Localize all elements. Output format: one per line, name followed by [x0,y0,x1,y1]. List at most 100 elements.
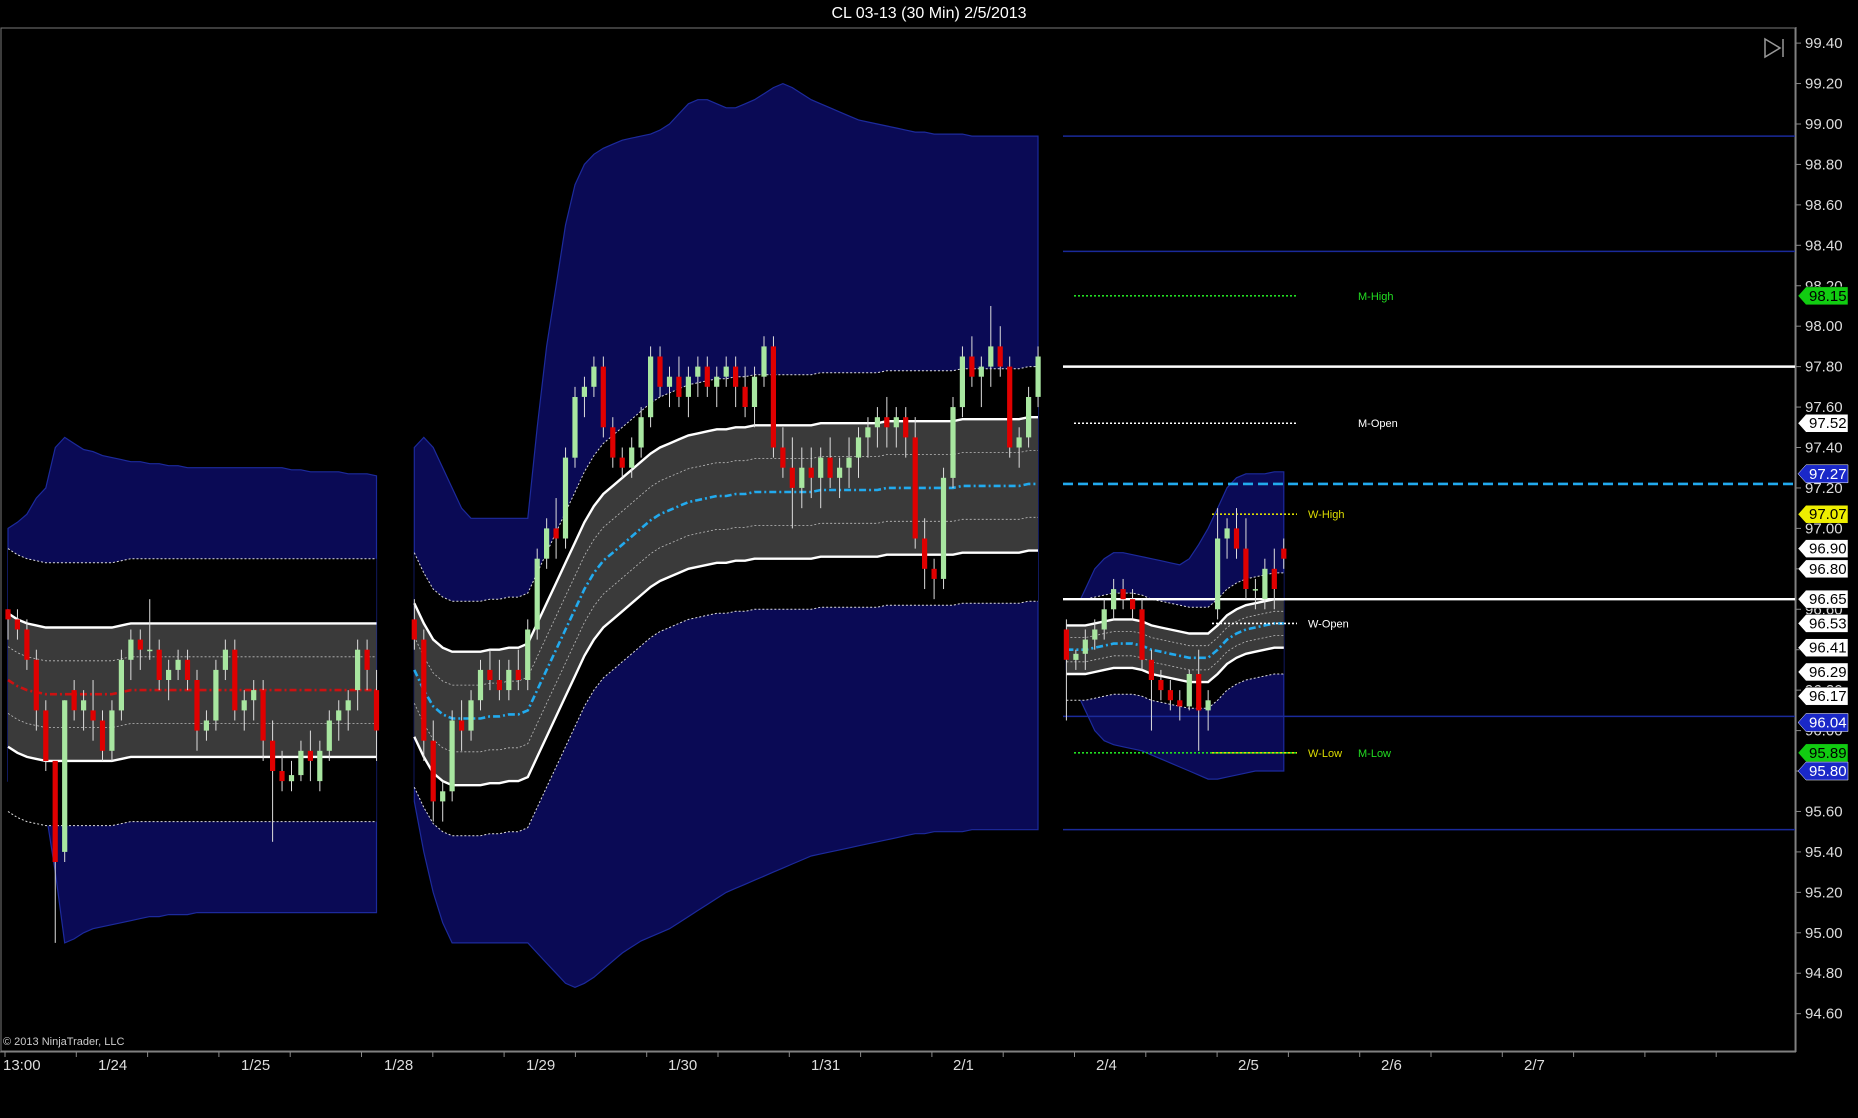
price-tag: 96.80 [1797,559,1849,579]
candle-body [657,356,663,387]
candle-body [99,720,106,751]
candle-body [1016,437,1022,448]
candle-body [742,386,748,407]
price-tag-text: 96.29 [1809,664,1847,681]
price-tag: 96.41 [1797,638,1849,657]
candle-body [544,528,550,559]
candle-body [780,447,786,468]
candle-body [515,669,521,680]
level-m-low-label: M-Low [1358,748,1391,760]
price-tag: 96.90 [1797,539,1849,558]
candle-body [1186,674,1192,707]
candle-body [421,639,427,741]
level-m-high-label: M-High [1358,291,1393,303]
price-tick-label: 97.80 [1805,359,1843,376]
candle-body [685,376,691,397]
time-tick-label: 1/28 [384,1057,413,1074]
price-tag: 96.53 [1797,614,1849,633]
price-tag-text: 95.80 [1809,763,1847,780]
candle-body [695,366,701,377]
candle-body [553,528,559,539]
price-tag: 96.17 [1797,686,1849,706]
time-tick-label: 1/30 [668,1057,697,1074]
candle-body [789,467,795,488]
candle-body [1139,609,1145,660]
candle-body [449,720,455,792]
window-title: CL 03-13 (30 Min) 2/5/2013 [0,0,1858,27]
price-tick-label: 95.40 [1805,844,1843,861]
price-tag: 97.27 [1797,464,1849,484]
candle-body [1026,397,1032,438]
candle-body [1224,528,1230,539]
candle-body [307,750,313,761]
candle-body [978,366,984,377]
time-tick-label: 1/24 [98,1057,127,1074]
price-tick-label: 98.00 [1805,318,1843,335]
time-tick-label: 2/1 [953,1057,974,1074]
price-tag: 98.15 [1797,286,1849,306]
candle-body [1262,568,1268,600]
candle-body [855,437,862,458]
time-tick-label: 1/25 [241,1057,270,1074]
candle-body [1196,674,1202,711]
candle-body [33,659,39,711]
candle-body [846,457,852,468]
chart-panel[interactable]: M-High M-Open W-High W-Open W-Low M-Low 99.40… [0,27,1858,1113]
candle-body [213,669,219,721]
price-tag: 96.04 [1797,713,1849,732]
time-tick-label: 2/5 [1238,1057,1259,1074]
candle-body [270,740,276,771]
candle-body [808,467,814,478]
candle-body [1281,548,1287,559]
candle-body [827,457,833,478]
candle-body [751,376,758,407]
price-tag-text: 96.65 [1809,591,1847,608]
candle-body [525,629,531,680]
price-chart[interactable]: M-High M-Open W-High W-Open W-Low M-Low 99.40… [0,27,1858,1113]
candle-body [184,659,191,680]
candle-body [950,407,956,478]
candle-body [336,710,342,721]
candle-body [959,356,965,408]
candle-body [430,740,436,802]
candle-body [912,437,918,539]
level-m-open-label: M-Open [1358,418,1398,430]
candle-body [969,356,975,377]
price-tag-text: 96.17 [1809,688,1847,705]
candle-body [997,346,1003,367]
price-tick-label: 95.00 [1805,925,1843,942]
scroll-to-end-button[interactable] [1762,36,1786,60]
candle-body [81,700,87,711]
candle-body [166,669,172,680]
candle-body [203,720,209,731]
price-tag-text: 97.07 [1809,506,1847,523]
candle-body [326,720,332,751]
candle-body [440,791,446,802]
price-tick-label: 98.40 [1805,237,1843,254]
candle-body [638,417,644,448]
candle-body [232,649,238,711]
candle-body [90,710,96,721]
price-tag-text: 96.53 [1809,615,1847,632]
candle-body [1082,639,1088,654]
candle-body [922,538,928,569]
price-tag-text: 96.04 [1809,715,1847,732]
candle-body [260,690,266,741]
candle-body [14,619,20,630]
candle-body [629,447,635,468]
candle-body [1158,680,1164,691]
candle-body [770,346,776,448]
candle-body [222,649,228,670]
candle-body [288,775,295,782]
candle-body [666,376,673,387]
candle-body [1177,700,1183,707]
price-tag: 95.89 [1797,743,1849,763]
candle-body [506,669,512,691]
time-tick-label: 1/29 [526,1057,555,1074]
price-tag: 96.29 [1797,662,1849,682]
candle-body [581,386,587,397]
price-tag: 97.07 [1797,504,1849,524]
price-tag-text: 98.15 [1809,288,1847,305]
candle-body [118,659,124,711]
candle-body [175,659,181,670]
